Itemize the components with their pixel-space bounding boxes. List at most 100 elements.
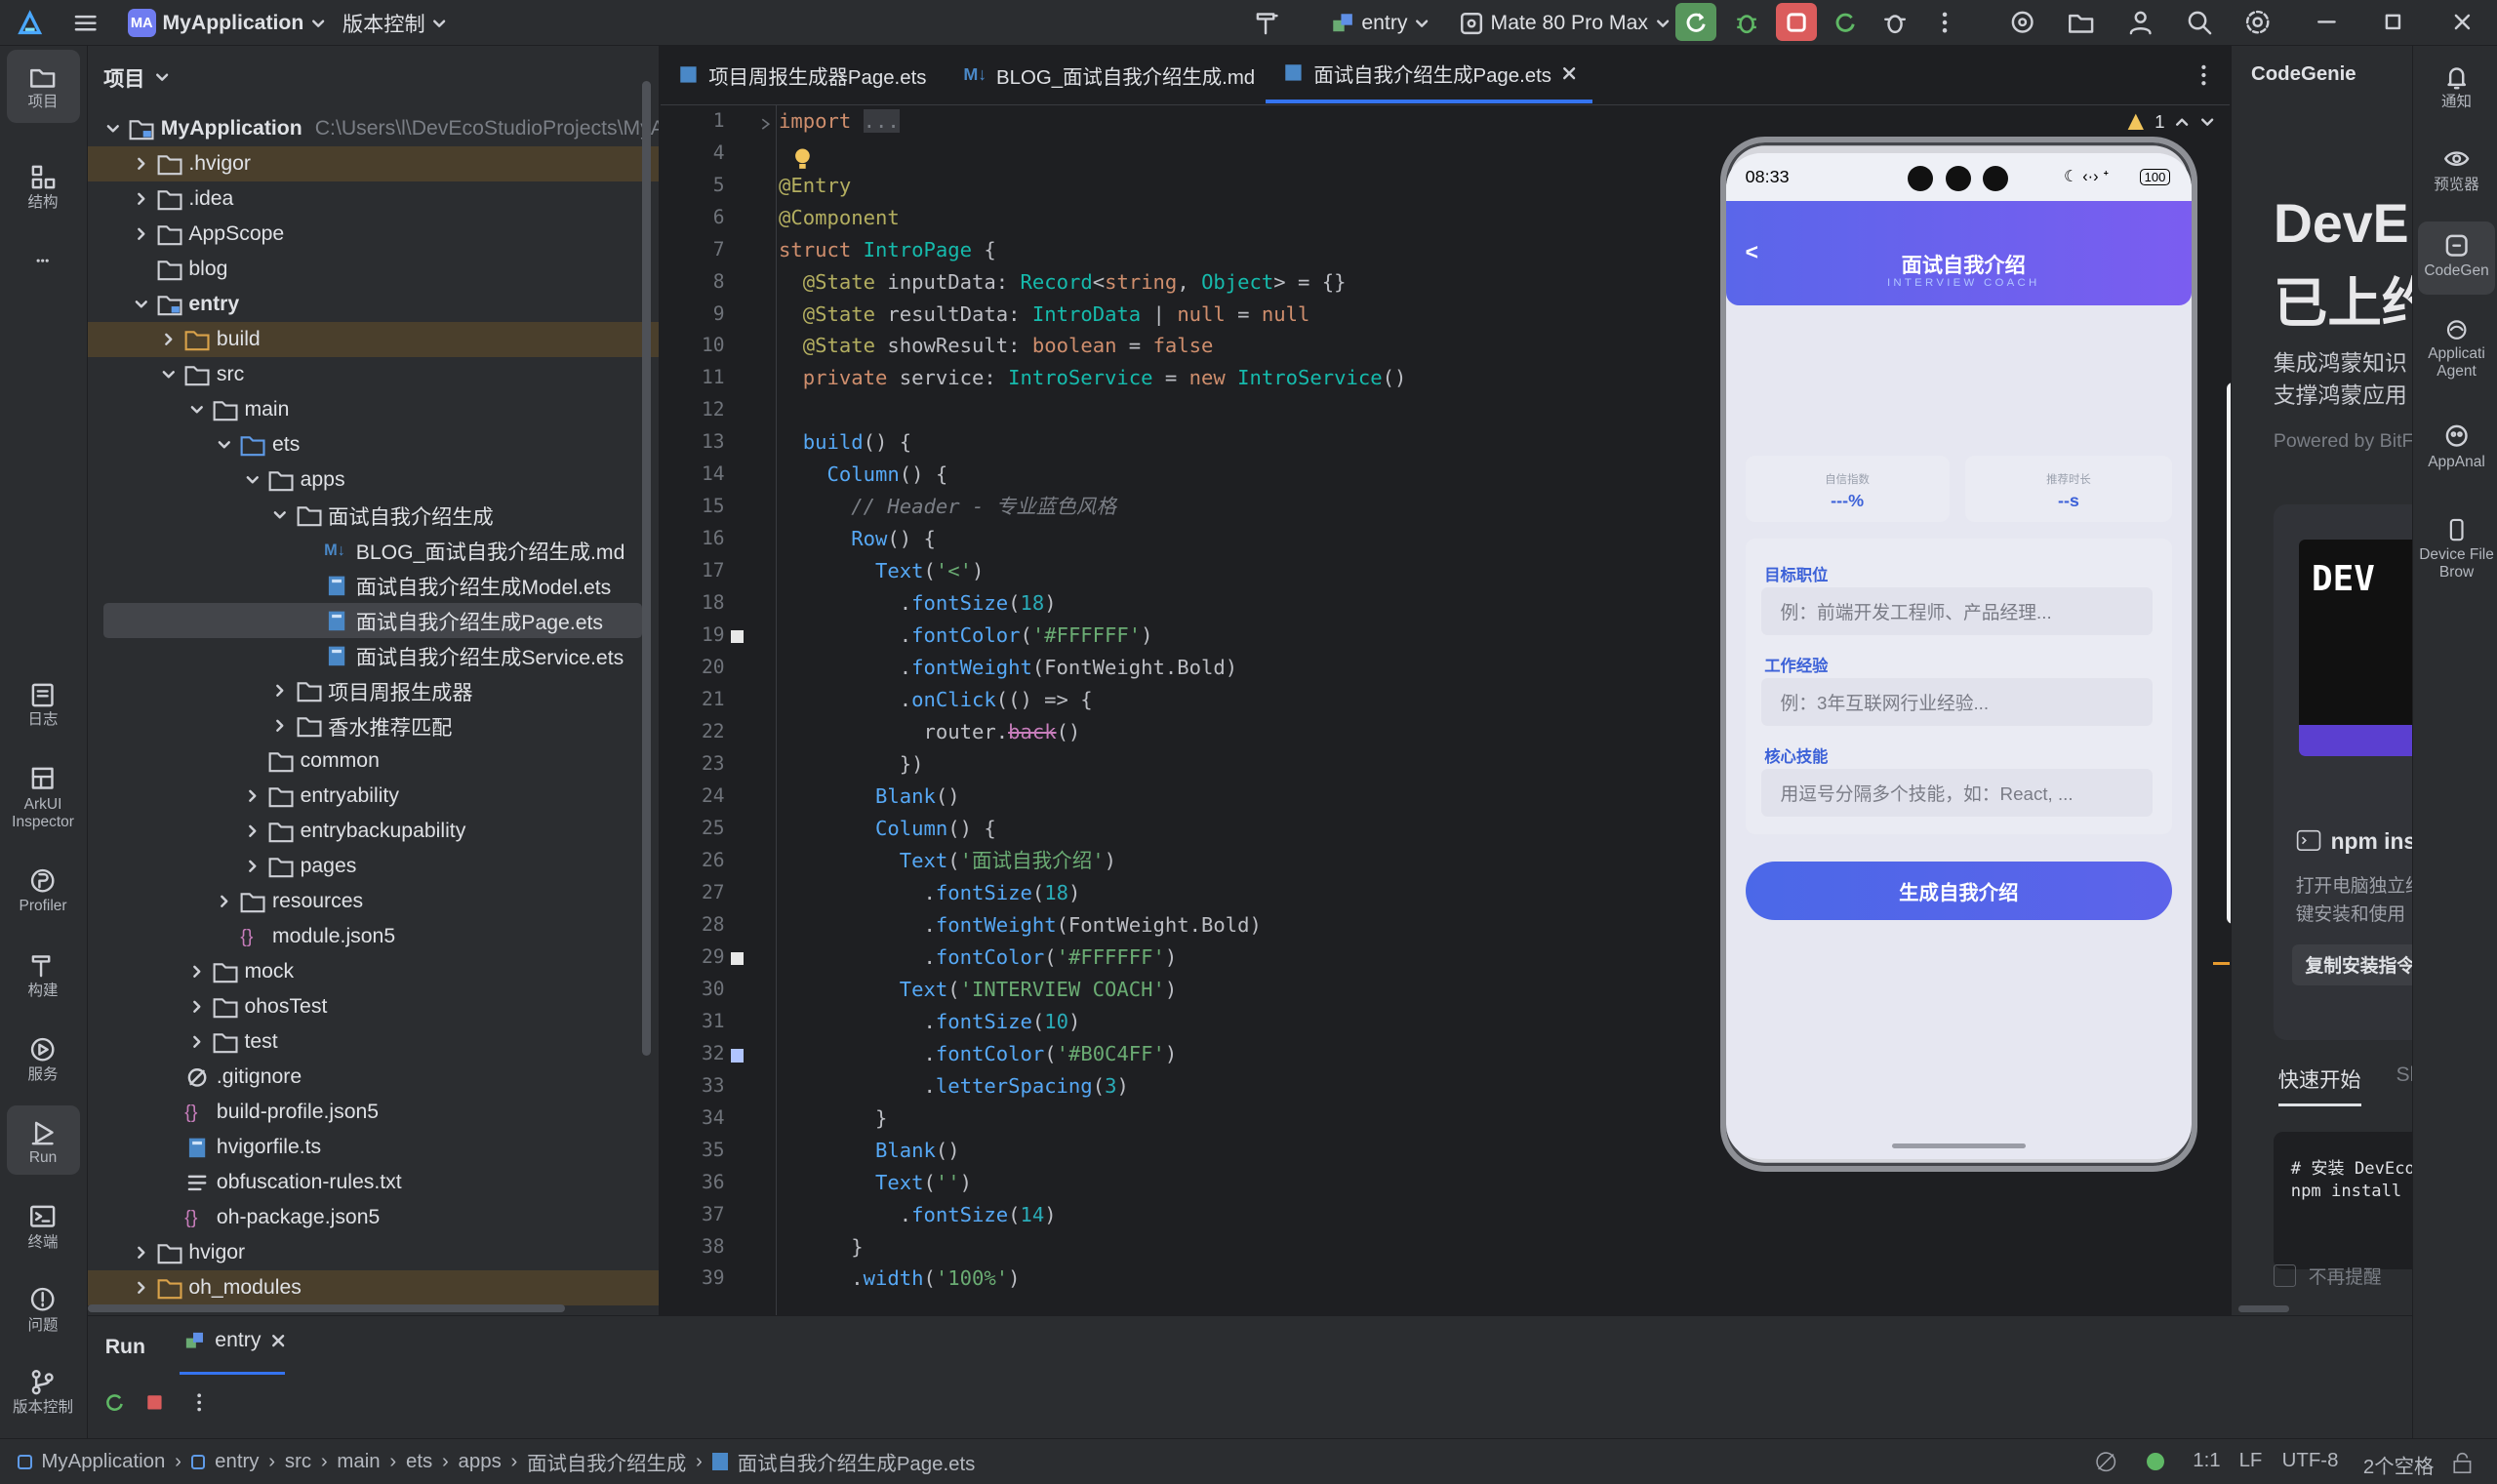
- run-config-selector[interactable]: entry: [1330, 0, 1430, 46]
- code-line[interactable]: }): [779, 748, 924, 781]
- right-strip-analyzer[interactable]: AppAnal: [2418, 413, 2494, 486]
- code-line[interactable]: .fontWeight(FontWeight.Bold): [779, 652, 1237, 684]
- generate-intro-button[interactable]: 生成自我介绍: [1745, 861, 2173, 921]
- color-swatch-white[interactable]: [731, 630, 745, 644]
- left-strip-terminal[interactable]: 终端: [7, 1189, 80, 1253]
- color-swatch-white[interactable]: [731, 951, 745, 965]
- more-actions-button[interactable]: [1923, 3, 1964, 41]
- code-line[interactable]: .fontColor('#B0C4FF'): [779, 1038, 1177, 1070]
- code-line[interactable]: Text('面试自我介绍'): [779, 845, 1116, 877]
- apply-changes-button[interactable]: [1825, 3, 1866, 41]
- tree-item[interactable]: .idea: [88, 181, 659, 217]
- device-selector[interactable]: Mate 80 Pro Max: [1459, 0, 1671, 46]
- color-swatch-lavender[interactable]: [731, 1049, 745, 1063]
- tab-quick-start[interactable]: 快速开始: [2277, 1063, 2361, 1106]
- breadcrumb-item[interactable]: 面试自我介绍生成Page.ets: [738, 1447, 976, 1476]
- chevron-right-icon[interactable]: [132, 224, 151, 244]
- tree-item[interactable]: {} module.json5: [88, 919, 659, 954]
- code-line[interactable]: .fontSize(10): [779, 1006, 1080, 1038]
- line-separator[interactable]: LF: [2239, 1450, 2263, 1472]
- experience-input[interactable]: 例：3年互联网行业经验...: [1760, 678, 2154, 727]
- open-folder-button[interactable]: [2061, 3, 2102, 41]
- code-line[interactable]: // Header - 专业蓝色风格: [779, 491, 1116, 523]
- code-line[interactable]: .fontSize(18): [779, 587, 1057, 620]
- tab-blog-md[interactable]: M↓ BLOG_面试自我介绍生成.md: [947, 46, 1270, 103]
- stop-icon[interactable]: [143, 1391, 166, 1414]
- left-strip-run[interactable]: Run: [6, 1104, 80, 1176]
- code-line[interactable]: Column() {: [779, 459, 948, 491]
- stop-button[interactable]: [1775, 3, 1818, 42]
- tree-item[interactable]: {} oh-package.json5: [88, 1200, 659, 1235]
- chevron-down-icon[interactable]: [132, 295, 151, 314]
- code-line[interactable]: .fontColor('#FFFFFF'): [779, 620, 1153, 652]
- attach-debugger-button[interactable]: [1874, 3, 1915, 41]
- breadcrumb-item[interactable]: main: [337, 1451, 380, 1473]
- run-tab-title[interactable]: Run: [105, 1336, 145, 1359]
- run-tab-entry[interactable]: entry: [183, 1329, 287, 1352]
- code-line[interactable]: @Component: [779, 202, 900, 234]
- tree-item[interactable]: common: [88, 743, 659, 779]
- close-window-button[interactable]: [2441, 3, 2482, 41]
- tree-item[interactable]: mock: [88, 954, 659, 989]
- tree-item[interactable]: main: [88, 392, 659, 427]
- tree-item[interactable]: MyApplication C:\Users\l\DevEcoStudioProj…: [88, 111, 659, 146]
- chevron-right-icon[interactable]: [215, 892, 234, 911]
- tree-item[interactable]: entryability: [88, 779, 659, 814]
- tree-item[interactable]: entrybackupability: [88, 814, 659, 849]
- code-line[interactable]: .fontSize(18): [779, 877, 1080, 909]
- tree-item[interactable]: M↓ BLOG_面试自我介绍生成.md: [88, 533, 659, 568]
- chevron-down-icon[interactable]: [243, 470, 262, 490]
- tree-item[interactable]: test: [88, 1024, 659, 1060]
- code-line[interactable]: router.back(): [779, 716, 1080, 748]
- code-line[interactable]: }: [779, 1231, 863, 1263]
- code-line[interactable]: private service: IntroService = new Intr…: [779, 362, 1407, 394]
- tree-item[interactable]: blog: [88, 252, 659, 287]
- right-strip-agent[interactable]: Applicati Agent: [2418, 307, 2494, 381]
- left-strip-services[interactable]: 服务: [7, 1023, 80, 1086]
- code-line[interactable]: import ...: [779, 105, 900, 138]
- project-hscrollbar[interactable]: [87, 1304, 566, 1312]
- tree-item[interactable]: AppScope: [88, 217, 659, 252]
- code-line[interactable]: .fontSize(14): [779, 1199, 1057, 1231]
- maximize-button[interactable]: [2373, 3, 2414, 41]
- code-line[interactable]: Blank(): [779, 781, 960, 813]
- chevron-right-icon[interactable]: [270, 716, 290, 736]
- chevron-right-icon[interactable]: [187, 1032, 207, 1052]
- code-line[interactable]: build() {: [779, 426, 911, 459]
- right-strip-bell[interactable]: 通知: [2418, 53, 2494, 126]
- code-line[interactable]: .fontWeight(FontWeight.Bold): [779, 909, 1261, 942]
- left-strip-build[interactable]: 构建: [7, 938, 80, 1001]
- right-strip-device[interactable]: Device File Brow: [2418, 508, 2494, 582]
- chevron-right-icon[interactable]: [159, 330, 179, 349]
- project-panel-header[interactable]: 项目: [103, 62, 171, 93]
- rerun-button[interactable]: [1674, 3, 1717, 42]
- chevron-right-icon[interactable]: [132, 154, 151, 174]
- left-strip-inspector[interactable]: ArkUI Inspector: [7, 751, 80, 834]
- left-strip-log[interactable]: 日志: [7, 667, 80, 731]
- device-screen[interactable]: 08:33 ☾ ‹·› ᐩ 100 < 面试自我介绍 INTERVIEW COA…: [1726, 152, 2192, 1160]
- vcs-menu[interactable]: 版本控制: [342, 0, 448, 46]
- status-ok-icon[interactable]: [2146, 1453, 2164, 1471]
- code-line[interactable]: @State showResult: boolean = false: [779, 330, 1214, 362]
- right-strip-eye[interactable]: 预览器: [2418, 136, 2494, 209]
- code-line[interactable]: .letterSpacing(3): [779, 1070, 1128, 1103]
- left-strip-problems[interactable]: 问题: [7, 1272, 80, 1336]
- caret-position[interactable]: 1:1: [2193, 1450, 2220, 1472]
- left-strip-folder[interactable]: 项目: [6, 49, 80, 123]
- code-line[interactable]: .width('100%'): [779, 1263, 1020, 1295]
- settings-button[interactable]: [2237, 3, 2278, 41]
- chevron-right-icon[interactable]: [270, 681, 290, 701]
- tree-item[interactable]: apps: [88, 462, 659, 498]
- tab-options-button[interactable]: [2193, 62, 2215, 88]
- chevron-down-icon[interactable]: [215, 435, 234, 455]
- copy-install-button[interactable]: 复制安装指令: [2292, 943, 2413, 986]
- code-line[interactable]: Row() {: [779, 523, 936, 555]
- code-line[interactable]: struct IntroPage {: [779, 234, 996, 266]
- chevron-right-icon[interactable]: [187, 962, 207, 982]
- project-switcher[interactable]: MA MyApplication: [127, 0, 327, 46]
- left-strip-profiler[interactable]: Profiler: [7, 854, 80, 917]
- tree-item[interactable]: .gitignore: [88, 1060, 659, 1095]
- project-scrollbar[interactable]: [641, 81, 652, 1056]
- code-line[interactable]: Text(''): [779, 1167, 972, 1199]
- chevron-down-icon[interactable]: [159, 365, 179, 384]
